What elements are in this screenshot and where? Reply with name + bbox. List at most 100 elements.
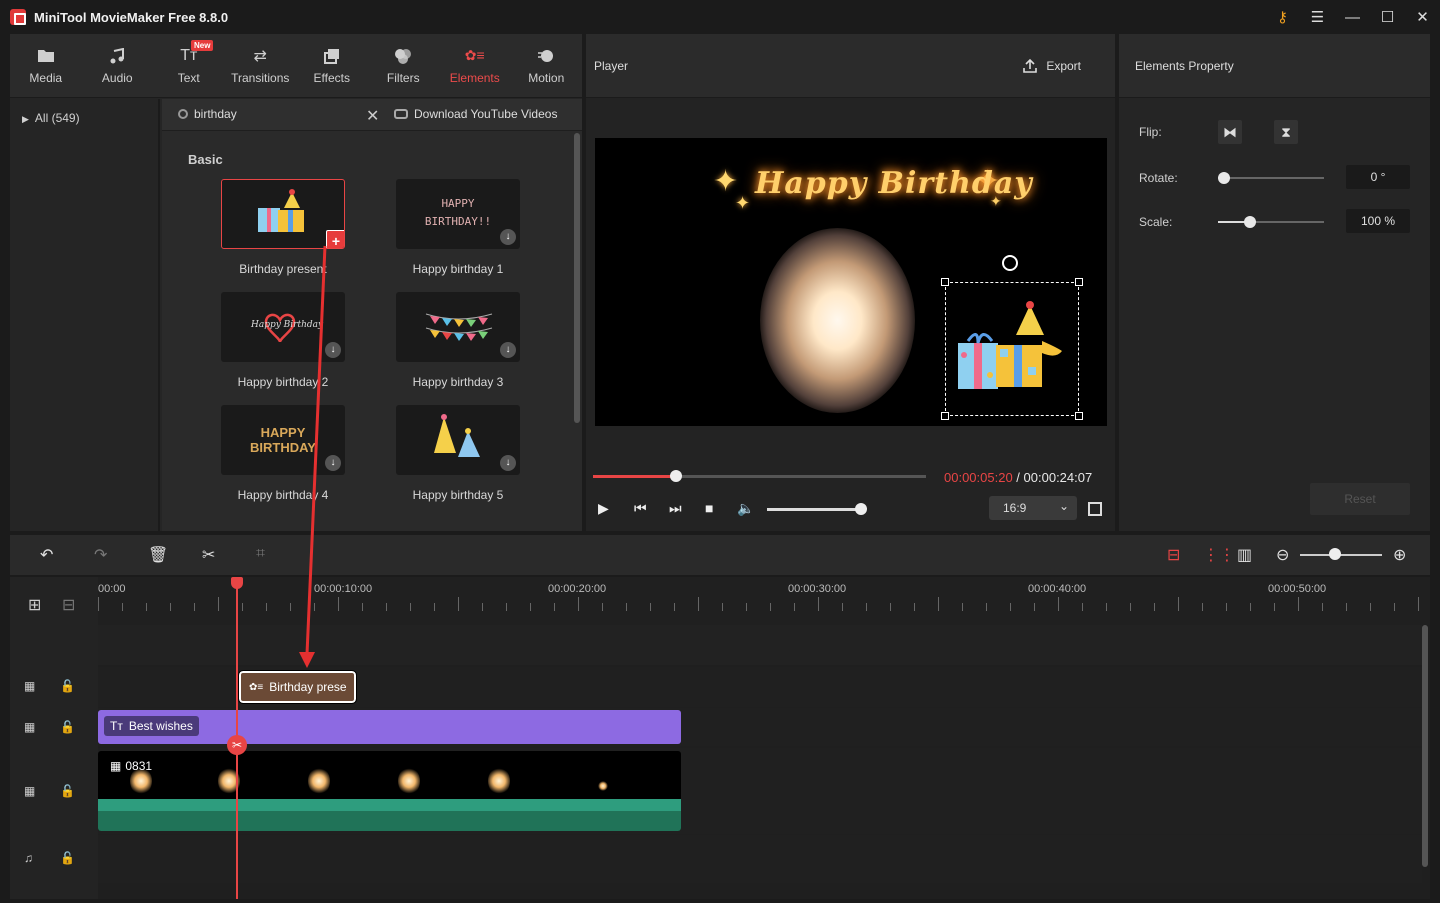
flip-horizontal-button[interactable]: ⧓: [1218, 120, 1242, 144]
ruler-tick: [458, 597, 459, 611]
add-to-timeline-icon[interactable]: +: [326, 230, 344, 248]
element-thumbnail[interactable]: ↓: [396, 292, 520, 362]
stop-icon[interactable]: ■: [705, 500, 713, 516]
video-clip[interactable]: ▦ 0831: [98, 751, 681, 831]
key-icon[interactable]: ⚷: [1265, 8, 1300, 26]
tab-elements[interactable]: ✿≡ Elements: [439, 34, 511, 97]
play-icon[interactable]: ▶: [598, 500, 609, 517]
scale-slider[interactable]: [1218, 216, 1324, 228]
audio-mixer-icon[interactable]: ▥: [1237, 545, 1252, 565]
tab-transitions[interactable]: ⇄ Transitions: [225, 34, 297, 97]
empty-track: [98, 625, 1422, 665]
video-title-text: Happy Birthday: [755, 166, 1033, 201]
main-toolbar: Media Audio New Tт Text ⇄ Transitions Ef…: [10, 34, 582, 98]
lock-icon[interactable]: 🔓: [60, 851, 75, 865]
text-clip[interactable]: Tт Best wishes: [98, 710, 681, 744]
tab-media[interactable]: Media: [10, 34, 82, 97]
fit-timeline-icon[interactable]: ⊟: [1167, 545, 1180, 565]
video-preview[interactable]: ✦ ✦ ✦ ✦ Happy Birthday: [595, 138, 1107, 426]
menu-icon[interactable]: ☰: [1300, 8, 1335, 26]
tab-motion[interactable]: Motion: [511, 34, 583, 97]
resize-handle[interactable]: [941, 412, 949, 420]
search-input[interactable]: [194, 107, 364, 121]
tab-filters[interactable]: Filters: [368, 34, 440, 97]
element-item-happy-birthday-4[interactable]: HAPPY BIRTHDAY ↓ Happy birthday 4: [221, 405, 345, 502]
playback-progress[interactable]: [593, 470, 926, 482]
resize-handle[interactable]: [1075, 278, 1083, 286]
track-manager-icon[interactable]: ⊟: [62, 595, 75, 615]
rotate-value[interactable]: 0 °: [1346, 165, 1410, 189]
flip-vertical-button[interactable]: ⧗: [1274, 120, 1298, 144]
element-thumbnail[interactable]: HAPPY BIRTHDAY ↓: [221, 405, 345, 475]
library-scrollbar[interactable]: [574, 133, 580, 423]
lock-icon[interactable]: 🔓: [60, 720, 75, 734]
element-item-happy-birthday-3[interactable]: ↓ Happy birthday 3: [396, 292, 520, 389]
zoom-out-icon[interactable]: ⊖: [1276, 545, 1289, 565]
tab-text[interactable]: New Tт Text: [153, 34, 225, 97]
tab-effects[interactable]: Effects: [296, 34, 368, 97]
lock-icon[interactable]: 🔓: [60, 679, 75, 693]
sidebar-item-all[interactable]: ▶ All (549): [22, 111, 80, 125]
rotate-handle-icon[interactable]: [1002, 255, 1018, 271]
minimize-icon[interactable]: —: [1335, 9, 1370, 26]
time-separator: /: [1012, 470, 1024, 485]
download-icon[interactable]: ↓: [500, 455, 516, 471]
rotate-slider-knob[interactable]: [1218, 172, 1230, 184]
ruler-tick: [1130, 603, 1131, 611]
element-thumbnail[interactable]: +: [221, 179, 345, 249]
export-button[interactable]: Export: [1022, 58, 1081, 74]
chevron-down-icon: ⌄: [1058, 499, 1069, 513]
clear-search-icon[interactable]: ✕: [366, 106, 379, 126]
download-icon[interactable]: ↓: [500, 342, 516, 358]
close-icon[interactable]: ✕: [1405, 8, 1440, 26]
zoom-knob[interactable]: [1329, 548, 1341, 560]
element-item-happy-birthday-1[interactable]: HAPPY BIRTHDAY!! ↓ Happy birthday 1: [396, 179, 520, 276]
crop-icon[interactable]: ⌗: [256, 545, 265, 563]
next-frame-icon[interactable]: ⏭: [669, 500, 682, 517]
resize-handle[interactable]: [1075, 412, 1083, 420]
download-icon[interactable]: ↓: [325, 455, 341, 471]
reset-button[interactable]: Reset: [1310, 483, 1410, 515]
element-thumbnail[interactable]: Happy Birthday ↓: [221, 292, 345, 362]
element-clip-icon: ✿≡: [249, 681, 264, 693]
zoom-in-icon[interactable]: ⊕: [1393, 545, 1406, 565]
undo-icon[interactable]: ↶: [40, 545, 53, 565]
tab-audio[interactable]: Audio: [82, 34, 154, 97]
element-selection-box[interactable]: [941, 278, 1083, 420]
element-thumbnail[interactable]: ↓: [396, 405, 520, 475]
scale-value[interactable]: 100 %: [1346, 209, 1410, 233]
split-icon[interactable]: ✂: [202, 545, 215, 565]
element-item-birthday-present[interactable]: + Birthday present: [221, 179, 345, 276]
element-item-happy-birthday-2[interactable]: Happy Birthday ↓ Happy birthday 2: [221, 292, 345, 389]
resize-handle[interactable]: [941, 278, 949, 286]
snap-icon[interactable]: ⋮⋮: [1203, 545, 1235, 565]
add-track-icon[interactable]: ⊞: [28, 595, 41, 615]
split-at-playhead-icon[interactable]: ✂: [227, 735, 247, 755]
lock-icon[interactable]: 🔓: [60, 784, 75, 798]
progress-knob[interactable]: [670, 470, 683, 482]
timeline-ruler[interactable]: 00:00 00:00:10:00 00:00:20:00 00:00:30:0…: [98, 577, 1430, 625]
download-icon[interactable]: ↓: [325, 342, 341, 358]
previous-frame-icon[interactable]: ⏮: [634, 500, 647, 517]
timeline-zoom-slider[interactable]: [1300, 554, 1382, 556]
delete-icon[interactable]: 🗑: [148, 545, 168, 565]
scale-slider-knob[interactable]: [1243, 216, 1256, 228]
maximize-icon[interactable]: ☐: [1370, 8, 1405, 26]
fullscreen-icon[interactable]: [1088, 502, 1102, 516]
ruler-label: 00:00:40:00: [1028, 583, 1087, 595]
element-item-happy-birthday-5[interactable]: ↓ Happy birthday 5: [396, 405, 520, 502]
element-clip[interactable]: ✿≡ Birthday prese: [238, 670, 357, 704]
rotate-slider[interactable]: [1218, 172, 1324, 184]
ruler-tick: [986, 603, 987, 611]
progress-fill: [593, 475, 677, 478]
aspect-ratio-select[interactable]: 16:9 ⌄: [989, 496, 1077, 520]
element-thumbnail[interactable]: HAPPY BIRTHDAY!! ↓: [396, 179, 520, 249]
volume-icon[interactable]: 🔈: [737, 500, 754, 517]
download-icon[interactable]: ↓: [500, 229, 516, 245]
download-youtube-link[interactable]: Download YouTube Videos: [394, 107, 557, 121]
timeline-scrollbar[interactable]: [1422, 625, 1428, 867]
volume-knob[interactable]: [855, 503, 867, 515]
gift-boxes-icon: [958, 301, 1062, 389]
volume-slider[interactable]: [767, 508, 861, 511]
redo-icon[interactable]: ↷: [94, 545, 107, 565]
